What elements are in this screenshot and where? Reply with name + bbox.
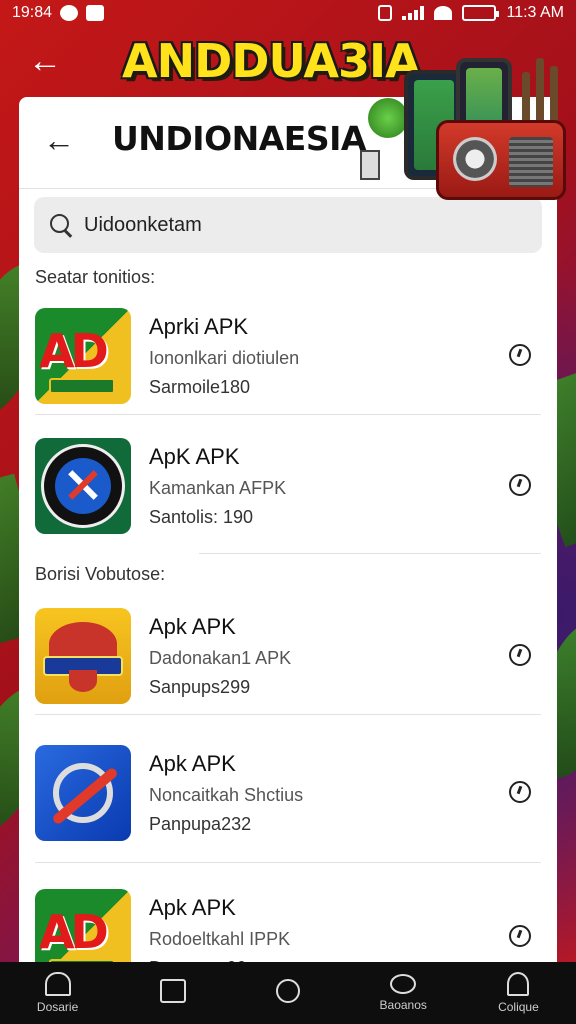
app-size: Sanpups299 [149,677,251,697]
download-clock-icon[interactable] [509,925,531,947]
list-item[interactable]: AD Apk APK Rodoeltkahl IPPK Banpupa 66 [35,867,541,967]
nav-item-messages[interactable] [115,962,230,1024]
app-name: Apk APK [149,751,236,776]
nav-item-chat[interactable]: Baoanos [346,962,461,1024]
status-time: 19:84 [12,4,53,21]
app-description: Rodoeltkahl IPPK [149,929,291,949]
app-description: Kamankan AFPK [149,478,287,498]
page-title: UNDIONAESIA [112,119,366,158]
nfc-icon [378,5,393,21]
ad-flag-icon: AD [35,308,131,404]
status-clock: 11:3 AM [506,4,564,21]
app-size: Santolis: 190 [149,507,254,527]
download-clock-icon[interactable] [509,474,531,496]
search-value: Uidoonketam [84,213,202,236]
search-input[interactable]: Uidoonketam [34,197,542,253]
chat-icon [159,979,186,1003]
nav-label: Baoanos [379,998,427,1012]
divider [199,553,541,554]
download-clock-icon[interactable] [509,344,531,366]
app-name: Apk APK [149,614,236,639]
nav-item-profile[interactable]: Colique [461,962,576,1024]
nav-label: Dosarie [36,1000,79,1014]
section-label: Seatar tonitios: [35,267,156,287]
list-item[interactable]: Apk APK Dadonakan1 APK Sanpups299 [35,597,541,715]
ad-flag-icon: AD [35,889,131,967]
app-name: Apk APK [149,895,236,920]
app-size: Panpupa232 [149,814,252,834]
signal-icon [402,6,425,20]
user-icon [507,972,530,996]
search-icon [48,212,74,238]
app-size: Sarmoile180 [149,377,251,397]
main-card: ← UNDIONAESIA Uidoonketam Seatar tonitio… [19,97,557,967]
garuda-emblem-icon [35,608,131,704]
status-bar: 19:84 11:3 AM [0,0,576,26]
devices-illustration [346,40,576,200]
nav-item-history[interactable] [230,962,345,1024]
bottom-navigation: Dosarie Baoanos Colique [0,962,576,1024]
nav-item-home[interactable]: Dosarie [0,962,115,1024]
download-clock-icon[interactable] [509,781,531,803]
app-description: Dadonakan1 APK [149,648,292,668]
list-item[interactable]: Apk APK Noncaitkah Shctius Panpupa232 [35,723,541,863]
battery-icon [462,5,500,21]
round-seal-icon [35,438,131,534]
compass-needle-icon [35,745,131,841]
download-clock-icon[interactable] [509,644,531,666]
list-item[interactable]: AD Aprki APK Iononlkari diotiulen Sarmoi… [35,297,541,415]
app-name: ApK APK [149,444,240,469]
machine-illustration [436,120,566,200]
bubble-icon [390,974,417,994]
app-name: Aprki APK [149,314,249,339]
device-illustration [360,150,380,180]
wifi-icon [434,6,453,20]
nav-label: Colique [498,1000,539,1014]
app-description: Iononlkari diotiulen [149,348,300,368]
shield-icon [86,5,105,21]
notification-icon [60,5,79,21]
back-arrow-icon[interactable]: ← [43,123,75,157]
clock-icon [276,979,300,1003]
back-arrow-icon[interactable]: ← [28,44,62,78]
section-label: Borisi Vobutose: [35,564,166,584]
home-icon [44,972,71,996]
plant-illustration [368,98,408,138]
list-item[interactable]: ApK APK Kamankan AFPK Santolis: 190 [35,427,541,545]
app-description: Noncaitkah Shctius [149,785,304,805]
